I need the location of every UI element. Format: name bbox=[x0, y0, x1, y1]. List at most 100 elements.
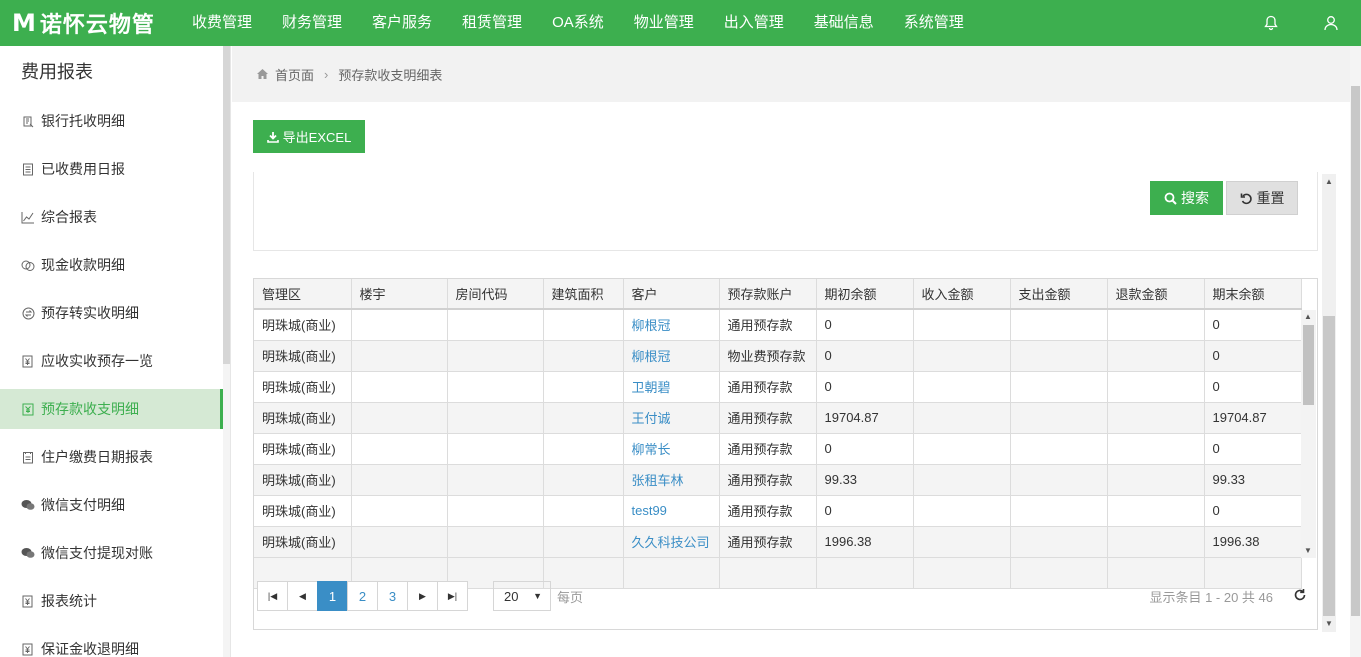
sidebar-item-label: 已收费用日报 bbox=[41, 161, 125, 177]
nav-item-basic-info[interactable]: 基础信息 bbox=[799, 0, 889, 46]
table-cell bbox=[1010, 309, 1108, 341]
nav-item-system[interactable]: 系统管理 bbox=[889, 0, 979, 46]
sidebar-item-guarantee-deposit[interactable]: 保证金收退明细 bbox=[0, 625, 223, 657]
download-icon bbox=[266, 131, 279, 143]
sidebar-item-label: 应收实收预存一览 bbox=[41, 353, 153, 369]
nav-item-customer-service[interactable]: 客户服务 bbox=[357, 0, 447, 46]
prev-page-button[interactable]: ◀ bbox=[287, 581, 318, 611]
calendar-doc-icon bbox=[21, 450, 35, 464]
table-row[interactable]: 明珠城(商业) 卫朝碧 通用预存款 0 0 bbox=[254, 371, 1302, 403]
sidebar-item-comprehensive-report[interactable]: 综合报表 bbox=[0, 193, 223, 241]
column-header[interactable]: 预存款账户 bbox=[719, 279, 817, 310]
column-header[interactable]: 楼宇 bbox=[351, 279, 448, 310]
sidebar-item-bank-collection[interactable]: 银行托收明细 bbox=[0, 97, 223, 145]
table-cell bbox=[447, 309, 544, 341]
column-header[interactable]: 退款金额 bbox=[1107, 279, 1205, 310]
column-header[interactable]: 收入金额 bbox=[913, 279, 1011, 310]
nav-item-access[interactable]: 出入管理 bbox=[709, 0, 799, 46]
customer-link[interactable]: 王付诚 bbox=[623, 402, 720, 434]
table-cell bbox=[447, 526, 544, 558]
bell-icon[interactable] bbox=[1241, 0, 1301, 46]
column-header[interactable]: 支出金额 bbox=[1010, 279, 1108, 310]
app-name: 诺怀云物管 bbox=[39, 12, 155, 37]
table-scroll-thumb[interactable] bbox=[1303, 325, 1314, 405]
page-button-2[interactable]: 2 bbox=[347, 581, 378, 611]
reset-button[interactable]: 重置 bbox=[1226, 181, 1298, 215]
table-scroll-down-icon[interactable]: ▼ bbox=[1301, 545, 1315, 557]
table-cell: 明珠城(商业) bbox=[254, 309, 352, 341]
line-chart-icon bbox=[21, 210, 35, 224]
table-row[interactable]: 明珠城(商业) 柳常长 通用预存款 0 0 bbox=[254, 433, 1302, 465]
last-page-button[interactable]: ▶| bbox=[437, 581, 468, 611]
table-row[interactable]: 明珠城(商业) 张租车林 通用预存款 99.33 99.33 bbox=[254, 464, 1302, 496]
table-cell bbox=[1107, 402, 1205, 434]
nav-item-billing[interactable]: 收费管理 bbox=[180, 0, 267, 46]
table-row[interactable]: 明珠城(商业) 久久科技公司 通用预存款 1996.38 1996.38 bbox=[254, 526, 1302, 558]
table-row[interactable]: 明珠城(商业) 柳根冠 物业费预存款 0 0 bbox=[254, 340, 1302, 372]
page-size-value: 20 bbox=[504, 588, 519, 604]
sidebar-item-deposit-transfer[interactable]: 预存转实收明细 bbox=[0, 289, 223, 337]
column-header[interactable]: 期末余额 bbox=[1204, 279, 1302, 310]
app-logo[interactable]: M 诺怀云物管 bbox=[0, 7, 180, 39]
customer-link[interactable]: 柳根冠 bbox=[623, 340, 720, 372]
search-panel: 搜索 重置 bbox=[253, 172, 1318, 251]
customer-link[interactable]: 卫朝碧 bbox=[623, 371, 720, 403]
table-row[interactable]: 明珠城(商业) 柳根冠 通用预存款 0 0 bbox=[254, 309, 1302, 341]
sidebar-item-wechat-withdraw[interactable]: 微信支付提现对账 bbox=[0, 529, 223, 577]
data-table: 管理区 楼宇 房间代码 建筑面积 客户 预存款账户 期初余额 收入金额 支出金额… bbox=[254, 279, 1302, 589]
column-header[interactable]: 客户 bbox=[623, 279, 720, 310]
customer-link[interactable]: 柳根冠 bbox=[623, 309, 720, 341]
page-button-3[interactable]: 3 bbox=[377, 581, 408, 611]
table-row[interactable]: 明珠城(商业) 王付诚 通用预存款 19704.87 19704.87 bbox=[254, 402, 1302, 434]
next-page-button[interactable]: ▶ bbox=[407, 581, 438, 611]
nav-item-oa[interactable]: OA系统 bbox=[537, 0, 619, 46]
page-scrollbar[interactable] bbox=[1350, 46, 1361, 657]
table-cell bbox=[543, 433, 624, 465]
nav-item-property[interactable]: 物业管理 bbox=[619, 0, 709, 46]
table-scroll-up-icon[interactable]: ▲ bbox=[1301, 311, 1315, 323]
column-header[interactable]: 房间代码 bbox=[447, 279, 544, 310]
sidebar-scroll-thumb[interactable] bbox=[223, 46, 230, 364]
sidebar-item-wechat-payment[interactable]: 微信支付明细 bbox=[0, 481, 223, 529]
table-scrollbar[interactable]: ▲ ▼ bbox=[1301, 310, 1316, 558]
scroll-down-icon[interactable]: ▼ bbox=[1322, 618, 1336, 630]
page-size-select[interactable]: 20 ▼ bbox=[493, 581, 551, 611]
nav-item-leasing[interactable]: 租赁管理 bbox=[447, 0, 537, 46]
table-cell bbox=[913, 402, 1011, 434]
search-button[interactable]: 搜索 bbox=[1150, 181, 1223, 215]
home-icon[interactable] bbox=[256, 68, 269, 80]
refresh-icon[interactable] bbox=[1293, 588, 1309, 604]
sidebar-item-report-stats[interactable]: 报表统计 bbox=[0, 577, 223, 625]
user-icon[interactable] bbox=[1301, 0, 1361, 46]
content-scrollbar[interactable]: ▲ ▼ bbox=[1322, 174, 1336, 632]
sidebar-item-daily-collected[interactable]: 已收费用日报 bbox=[0, 145, 223, 193]
sidebar-item-deposit-detail[interactable]: 预存款收支明细 bbox=[0, 389, 223, 429]
customer-link[interactable]: 张租车林 bbox=[623, 464, 720, 496]
column-header[interactable]: 建筑面积 bbox=[543, 279, 624, 310]
first-page-button[interactable]: |◀ bbox=[257, 581, 288, 611]
sidebar-item-cash-receipt[interactable]: 现金收款明细 bbox=[0, 241, 223, 289]
column-header[interactable]: 管理区 bbox=[254, 279, 352, 310]
page-scroll-thumb[interactable] bbox=[1351, 86, 1360, 616]
customer-link[interactable]: test99 bbox=[623, 495, 720, 527]
page-button-1[interactable]: 1 bbox=[317, 581, 348, 611]
breadcrumb-home[interactable]: 首页面 bbox=[275, 65, 314, 84]
table-cell bbox=[1010, 464, 1108, 496]
nav-item-finance[interactable]: 财务管理 bbox=[267, 0, 357, 46]
sidebar-scrollbar[interactable] bbox=[223, 46, 230, 657]
deposit-icon bbox=[21, 402, 35, 416]
column-header[interactable]: 期初余额 bbox=[816, 279, 914, 310]
logo-mark: M bbox=[12, 9, 36, 37]
sidebar-item-label: 现金收款明细 bbox=[41, 257, 125, 273]
customer-link[interactable]: 久久科技公司 bbox=[623, 526, 720, 558]
sidebar-item-label: 住户缴费日期报表 bbox=[41, 449, 153, 465]
table-cell bbox=[1107, 309, 1205, 341]
scroll-up-icon[interactable]: ▲ bbox=[1322, 176, 1336, 188]
sidebar-item-receivable-overview[interactable]: 应收实收预存一览 bbox=[0, 337, 223, 385]
export-excel-button[interactable]: 导出EXCEL bbox=[253, 120, 365, 153]
sidebar-item-payment-date-report[interactable]: 住户缴费日期报表 bbox=[0, 433, 223, 481]
table-cell bbox=[447, 464, 544, 496]
content-scroll-thumb[interactable] bbox=[1323, 316, 1335, 616]
table-row[interactable]: 明珠城(商业) test99 通用预存款 0 0 bbox=[254, 495, 1302, 527]
customer-link[interactable]: 柳常长 bbox=[623, 433, 720, 465]
